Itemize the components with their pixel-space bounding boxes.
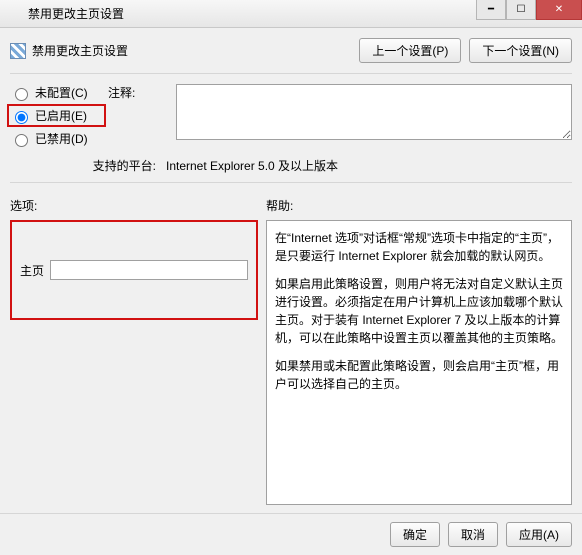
help-panel: 在“Internet 选项”对话框“常规”选项卡中指定的“主页”，是只要运行 I… xyxy=(266,220,572,505)
supported-label: 支持的平台: xyxy=(10,157,160,174)
policy-title: 禁用更改主页设置 xyxy=(32,42,128,59)
radio-not-configured-label: 未配置(C) xyxy=(35,84,88,101)
maximize-button[interactable]: ☐ xyxy=(506,0,536,20)
help-section-label: 帮助: xyxy=(266,197,572,214)
radio-enabled-input[interactable] xyxy=(15,111,28,124)
comment-textarea[interactable] xyxy=(176,84,572,140)
previous-setting-button[interactable]: 上一个设置(P) xyxy=(359,38,461,63)
radio-enabled-label: 已启用(E) xyxy=(35,107,87,124)
state-radio-group: 未配置(C) 已启用(E) 已禁用(D) xyxy=(10,84,100,147)
app-icon xyxy=(6,6,22,22)
window-controls: ━ ☐ ✕ xyxy=(476,0,582,20)
supported-value: Internet Explorer 5.0 及以上版本 xyxy=(166,157,338,174)
cancel-button[interactable]: 取消 xyxy=(448,522,498,547)
policy-icon xyxy=(10,43,26,59)
radio-not-configured[interactable]: 未配置(C) xyxy=(10,84,100,101)
radio-disabled[interactable]: 已禁用(D) xyxy=(10,130,100,147)
sub-header: 禁用更改主页设置 上一个设置(P) 下一个设置(N) xyxy=(10,34,572,74)
minimize-button[interactable]: ━ xyxy=(476,0,506,20)
window-title: 禁用更改主页设置 xyxy=(28,5,124,22)
radio-disabled-label: 已禁用(D) xyxy=(35,130,88,147)
apply-button[interactable]: 应用(A) xyxy=(506,522,572,547)
homepage-label: 主页 xyxy=(20,262,44,279)
radio-disabled-input[interactable] xyxy=(15,134,28,147)
help-paragraph: 如果启用此策略设置，则用户将无法对自定义默认主页进行设置。必须指定在用户计算机上… xyxy=(275,275,563,347)
options-section-label: 选项: xyxy=(10,197,258,214)
help-paragraph: 如果禁用或未配置此策略设置，则会启用“主页”框，用户可以选择自己的主页。 xyxy=(275,357,563,393)
help-paragraph: 在“Internet 选项”对话框“常规”选项卡中指定的“主页”，是只要运行 I… xyxy=(275,229,563,265)
title-bar: 禁用更改主页设置 ━ ☐ ✕ xyxy=(0,0,582,28)
dialog-footer: 确定 取消 应用(A) xyxy=(0,513,582,555)
next-setting-button[interactable]: 下一个设置(N) xyxy=(469,38,572,63)
comment-label: 注释: xyxy=(108,84,168,101)
homepage-input[interactable] xyxy=(50,260,248,280)
ok-button[interactable]: 确定 xyxy=(390,522,440,547)
radio-enabled[interactable]: 已启用(E) xyxy=(7,104,106,127)
close-button[interactable]: ✕ xyxy=(536,0,582,20)
radio-not-configured-input[interactable] xyxy=(15,88,28,101)
options-panel: 主页 xyxy=(10,220,258,320)
